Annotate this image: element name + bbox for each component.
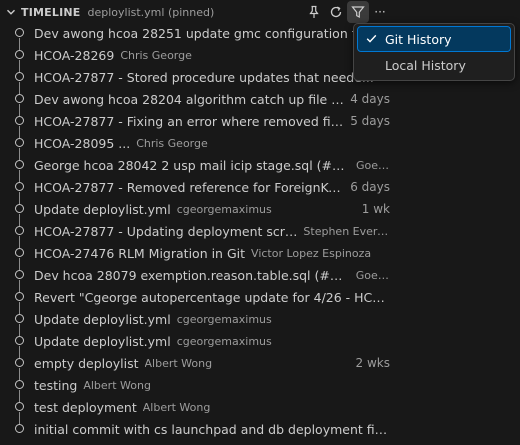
commit-message: HCOA-27877 - Fixing an error where remov… (34, 113, 345, 129)
timeline-entry[interactable]: HCOA-27877 - Removed reference for Forei… (0, 176, 400, 198)
timeline-pinned-file: deploylist.yml (pinned) (87, 5, 215, 19)
commit-message: Revert "Cgeorge autopercentage update fo… (34, 289, 390, 305)
check-icon (365, 32, 378, 48)
commit-author: Goer... (355, 158, 390, 172)
timeline-entry[interactable]: George hcoa 28042 2 usp mail icip stage.… (0, 154, 400, 176)
commit-message: Dev awong hcoa 28204 algorithm catch up … (34, 91, 345, 107)
commit-message: HCOA-28095 ... (34, 135, 131, 151)
menu-item-label: Git History (385, 31, 452, 47)
commit-author: Stephen Everett (303, 224, 390, 238)
commit-message: George hcoa 28042 2 usp mail icip stage.… (34, 157, 350, 173)
commit-author: cgeorgemaximus (176, 334, 272, 348)
commit-node-icon (14, 154, 26, 176)
commit-message: HCOA-28269 (34, 47, 115, 63)
timeline-entry[interactable]: Revert "Cgeorge autopercentage update fo… (0, 286, 400, 308)
timeline-entry[interactable]: Update deploylist.yml cgeorgemaximus (0, 330, 400, 352)
commit-author: cgeorgemaximus (176, 312, 272, 326)
commit-node-icon (14, 198, 26, 220)
more-actions-icon[interactable]: ··· (369, 1, 391, 23)
commit-node-icon (14, 374, 26, 396)
commit-node-icon (14, 242, 26, 264)
commit-time: 1 wk (361, 202, 390, 216)
commit-node-icon (14, 286, 26, 308)
commit-node-icon (14, 352, 26, 374)
commit-node-icon (14, 418, 26, 440)
commit-message: HCOA-27877 - Updating deployment script. (34, 223, 298, 239)
commit-node-icon (14, 22, 26, 44)
timeline-entry[interactable]: HCOA-27476 RLM Migration in Git Victor Lo… (0, 242, 400, 264)
timeline-entry[interactable]: HCOA-28095 ... Chris George (0, 132, 400, 154)
commit-node-icon (14, 88, 26, 110)
commit-message: Dev awong hcoa 28251 update gmc configur… (34, 25, 376, 41)
commit-message: Update deploylist.yml (34, 311, 171, 327)
commit-time: 5 days (350, 114, 390, 128)
commit-message: Update deploylist.yml (34, 333, 171, 349)
commit-node-icon (14, 66, 26, 88)
commit-message: initial commit with cs launchpad and db … (34, 421, 390, 437)
pin-icon[interactable] (303, 1, 325, 23)
commit-message: HCOA-27877 - Stored procedure updates th… (34, 69, 374, 85)
commit-time: 2 wks (355, 356, 390, 370)
commit-node-icon (14, 132, 26, 154)
commit-author: Albert Wong (144, 356, 213, 370)
commit-author: Chris George (136, 136, 208, 150)
timeline-entry[interactable]: testing Albert Wong (0, 374, 400, 396)
commit-node-icon (14, 330, 26, 352)
commit-time: 6 days (350, 180, 390, 194)
commit-message: empty deploylist (34, 355, 139, 371)
commit-node-icon (14, 220, 26, 242)
commit-node-icon (14, 176, 26, 198)
menu-item-git-history[interactable]: Git History (357, 26, 511, 52)
filter-icon[interactable] (347, 1, 369, 23)
timeline-entry[interactable]: Dev awong hcoa 28251 update gmc configur… (0, 22, 400, 44)
commit-message: Dev hcoa 28079 exemption.reason.table.sq… (34, 267, 350, 283)
refresh-icon[interactable] (325, 1, 347, 23)
timeline-entry[interactable]: Dev awong hcoa 28204 algorithm catch up … (0, 88, 400, 110)
commit-author: cgeorgemaximus (176, 202, 272, 216)
commit-message: HCOA-27476 RLM Migration in Git (34, 245, 246, 261)
timeline-list: Dev awong hcoa 28251 update gmc configur… (0, 22, 400, 440)
timeline-entry[interactable]: empty deploylist Albert Wong 2 wks (0, 352, 400, 374)
chevron-down-icon[interactable] (1, 6, 21, 18)
commit-author: Albert Wong (142, 400, 211, 414)
timeline-entry[interactable]: HCOA-27877 - Fixing an error where remov… (0, 110, 400, 132)
timeline-entry[interactable]: HCOA-27877 - Updating deployment script.… (0, 220, 400, 242)
timeline-entry[interactable]: Dev hcoa 28079 exemption.reason.table.sq… (0, 264, 400, 286)
timeline-entry[interactable]: Update deploylist.yml cgeorgemaximus 1 wk (0, 198, 400, 220)
commit-node-icon (14, 44, 26, 66)
commit-message: HCOA-27877 - Removed reference for Forei… (34, 179, 345, 195)
timeline-entry[interactable]: initial commit with cs launchpad and db … (0, 418, 400, 440)
timeline-entry[interactable]: HCOA-28269 Chris George (0, 44, 400, 66)
commit-author: Goer... (355, 268, 390, 282)
commit-node-icon (14, 264, 26, 286)
timeline-source-menu: Git History Local History (353, 23, 515, 81)
commit-node-icon (14, 308, 26, 330)
commit-author: Victor Lopez Espinoza (251, 246, 372, 260)
timeline-entry[interactable]: Update deploylist.yml cgeorgemaximus (0, 308, 400, 330)
commit-message: test deployment (34, 399, 137, 415)
menu-item-local-history[interactable]: Local History (358, 53, 510, 77)
commit-author: Albert Wong (83, 378, 151, 392)
commit-time: 4 days (350, 92, 390, 106)
menu-item-label: Local History (385, 57, 466, 73)
commit-message: Update deploylist.yml (34, 201, 171, 217)
commit-node-icon (14, 396, 26, 418)
commit-node-icon (14, 110, 26, 132)
commit-author: Chris George (120, 48, 192, 62)
timeline-entry[interactable]: HCOA-27877 - Stored procedure updates th… (0, 66, 400, 88)
timeline-entry[interactable]: test deployment Albert Wong (0, 396, 400, 418)
timeline-title: TIMELINE (21, 5, 81, 19)
commit-message: testing (34, 377, 78, 393)
